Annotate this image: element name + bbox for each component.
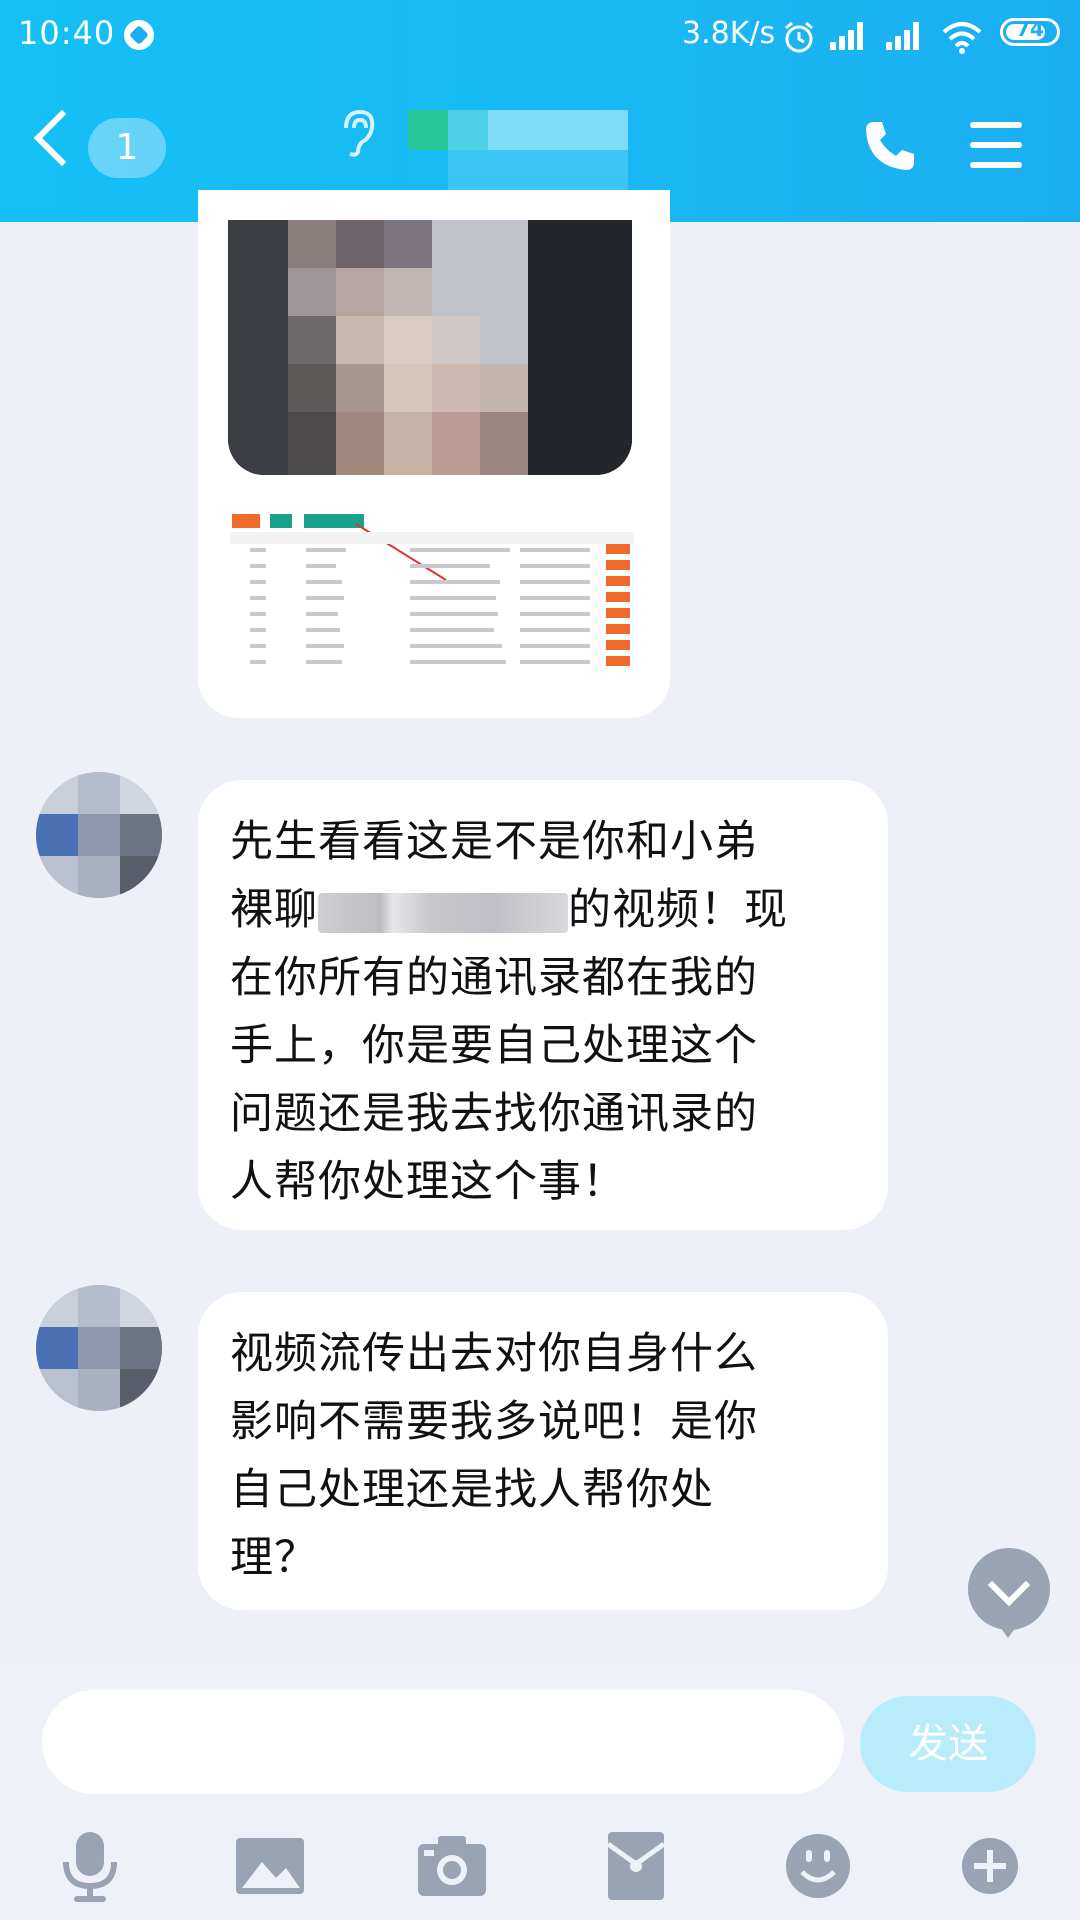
phone-icon[interactable] <box>862 118 918 174</box>
message-line: 自己处理还是找人帮你处 <box>230 1465 714 1515</box>
message-input[interactable] <box>42 1690 844 1794</box>
message-line: 裸聊 的视频！现 <box>230 885 788 935</box>
message-line: 问题还是我去找你通讯录的 <box>230 1089 758 1139</box>
message-line: 人帮你处理这个事！ <box>230 1157 626 1207</box>
blurred-video-thumbnail[interactable] <box>228 220 632 475</box>
menu-icon[interactable] <box>970 122 1022 168</box>
composer-bar: 发送 <box>0 1666 1080 1920</box>
battery-level: 74 <box>1016 17 1044 41</box>
message-line: 手上，你是要自己处理这个 <box>230 1021 758 1071</box>
status-time: 10:40 <box>18 14 116 52</box>
signal-1-icon <box>830 22 870 50</box>
unread-count-badge[interactable]: 1 <box>88 118 166 178</box>
text-message-bubble[interactable]: 先生看看这是不是你和小弟 裸聊 的视频！现 在你所有的通讯录都在我的 手上，你是要… <box>198 780 888 1230</box>
microphone-icon[interactable] <box>50 1826 130 1906</box>
network-speed: 3.8K/s <box>682 16 776 51</box>
ear-icon <box>344 109 375 157</box>
contact-name-censored <box>408 110 628 190</box>
message-line: 影响不需要我多说吧！是你 <box>230 1397 758 1447</box>
emoji-icon[interactable] <box>778 1826 858 1906</box>
blurred-contacts-screenshot[interactable] <box>230 510 634 668</box>
message-line: 先生看看这是不是你和小弟 <box>230 817 758 867</box>
text-message-bubble[interactable]: 视频流传出去对你自身什么 影响不需要我多说吧！是你 自己处理还是找人帮你处 理？ <box>198 1292 888 1610</box>
back-icon[interactable] <box>33 109 91 167</box>
image-icon[interactable] <box>230 1826 310 1906</box>
plus-icon[interactable] <box>950 1826 1030 1906</box>
signal-2-icon <box>886 22 926 50</box>
app-notification-icon <box>124 20 154 50</box>
send-button[interactable]: 发送 <box>860 1696 1036 1792</box>
message-line: 视频流传出去对你自身什么 <box>230 1329 758 1379</box>
message-line: 在你所有的通讯录都在我的 <box>230 953 758 1003</box>
sender-avatar[interactable] <box>36 772 162 898</box>
scroll-to-bottom-button[interactable] <box>968 1548 1050 1638</box>
red-packet-icon[interactable] <box>596 1826 676 1906</box>
censored-text <box>318 892 568 933</box>
message-line: 理？ <box>230 1533 318 1583</box>
wifi-icon <box>942 22 982 54</box>
battery-icon: 74 <box>1000 17 1060 46</box>
image-message-bubble[interactable] <box>198 190 670 718</box>
alarm-icon <box>785 21 813 53</box>
camera-icon[interactable] <box>412 1826 492 1906</box>
chat-header: 10:40 3.8K/s 74 1 <box>0 0 1080 222</box>
sender-avatar[interactable] <box>36 1285 162 1411</box>
